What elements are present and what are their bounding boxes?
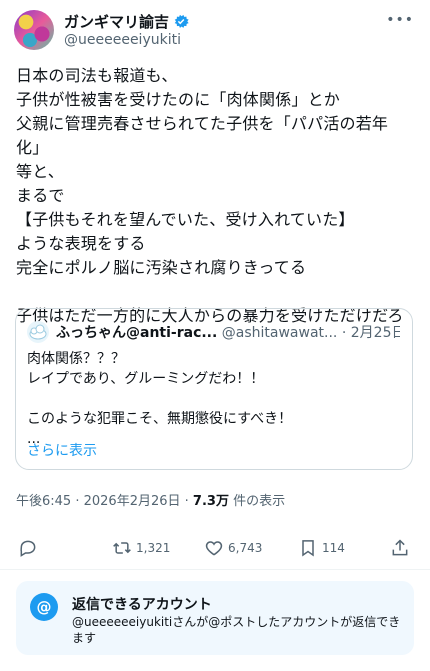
quoted-header: ふっちゃん@anti-rac... @ashitawawat... · 2月25… xyxy=(56,322,400,342)
quoted-text: 肉体関係？？？ レイプであり、グルーミングだわ！！ このような犯罪こそ、無期懲役… xyxy=(27,351,293,447)
timestamp-dot: · xyxy=(184,494,193,509)
retweet-button[interactable]: 1,321 xyxy=(112,530,170,566)
share-button[interactable] xyxy=(390,530,414,566)
at-icon: @ xyxy=(30,593,58,621)
avatar[interactable] xyxy=(14,10,54,50)
quoted-handle[interactable]: @ashitawawat... xyxy=(222,325,338,341)
divider xyxy=(0,569,430,570)
verified-badge-icon xyxy=(172,12,190,34)
post-text: 日本の司法も報道も、 子供が性被害を受けたのに「肉体関係」とか 父親に管理売春さ… xyxy=(16,66,404,325)
bookmark-count: 114 xyxy=(322,541,345,555)
like-count: 6,743 xyxy=(228,541,263,555)
more-icon[interactable]: ••• xyxy=(386,12,414,28)
reply-settings-title: 返信できるアカウント xyxy=(72,597,212,613)
author-name-row[interactable]: ガンギマリ諭吉 xyxy=(64,11,190,34)
reply-settings-description: @ueeeeeeiyukitiさんが@ポストしたアカウントが返信できます xyxy=(72,615,401,645)
quoted-display-name[interactable]: ふっちゃん@anti-rac... xyxy=(56,325,217,341)
quoted-avatar[interactable] xyxy=(27,321,49,343)
reply-settings-box: @ 返信できるアカウント @ueeeeeeiyukitiさんが@ポストしたアカウ… xyxy=(16,581,414,655)
views-count[interactable]: 7.3万 xyxy=(193,494,229,509)
reply-icon xyxy=(20,540,36,557)
retweet-count: 1,321 xyxy=(136,541,171,555)
post-time[interactable]: 午後6:45 xyxy=(16,494,71,509)
like-icon xyxy=(205,541,223,556)
retweet-icon xyxy=(113,542,131,554)
views-label: 件の表示 xyxy=(233,494,286,509)
bookmark-icon xyxy=(302,540,314,557)
action-bar: 1,321 6,743 114 xyxy=(16,530,414,566)
quoted-separator: · xyxy=(341,325,347,341)
timestamp-dot: · xyxy=(75,494,84,509)
reply-button[interactable] xyxy=(18,530,42,566)
author-handle[interactable]: @ueeeeeeiyukiti xyxy=(64,32,181,48)
show-more-link[interactable]: さらに表示 xyxy=(27,440,97,460)
post-header: ガンギマリ諭吉 @ueeeeeeiyukiti ••• xyxy=(14,10,416,54)
quoted-post[interactable]: ふっちゃん@anti-rac... @ashitawawat... · 2月25… xyxy=(15,308,413,470)
author-display-name[interactable]: ガンギマリ諭吉 xyxy=(64,13,169,31)
quoted-date[interactable]: 2月25日 xyxy=(351,325,400,341)
post-date[interactable]: 2026年2月26日 xyxy=(84,494,181,509)
like-button[interactable]: 6,743 xyxy=(204,530,262,566)
bookmark-button[interactable]: 114 xyxy=(298,530,345,566)
post-timestamp: 午後6:45 · 2026年2月26日 · 7.3万 件の表示 xyxy=(16,490,285,509)
share-icon xyxy=(392,539,408,556)
